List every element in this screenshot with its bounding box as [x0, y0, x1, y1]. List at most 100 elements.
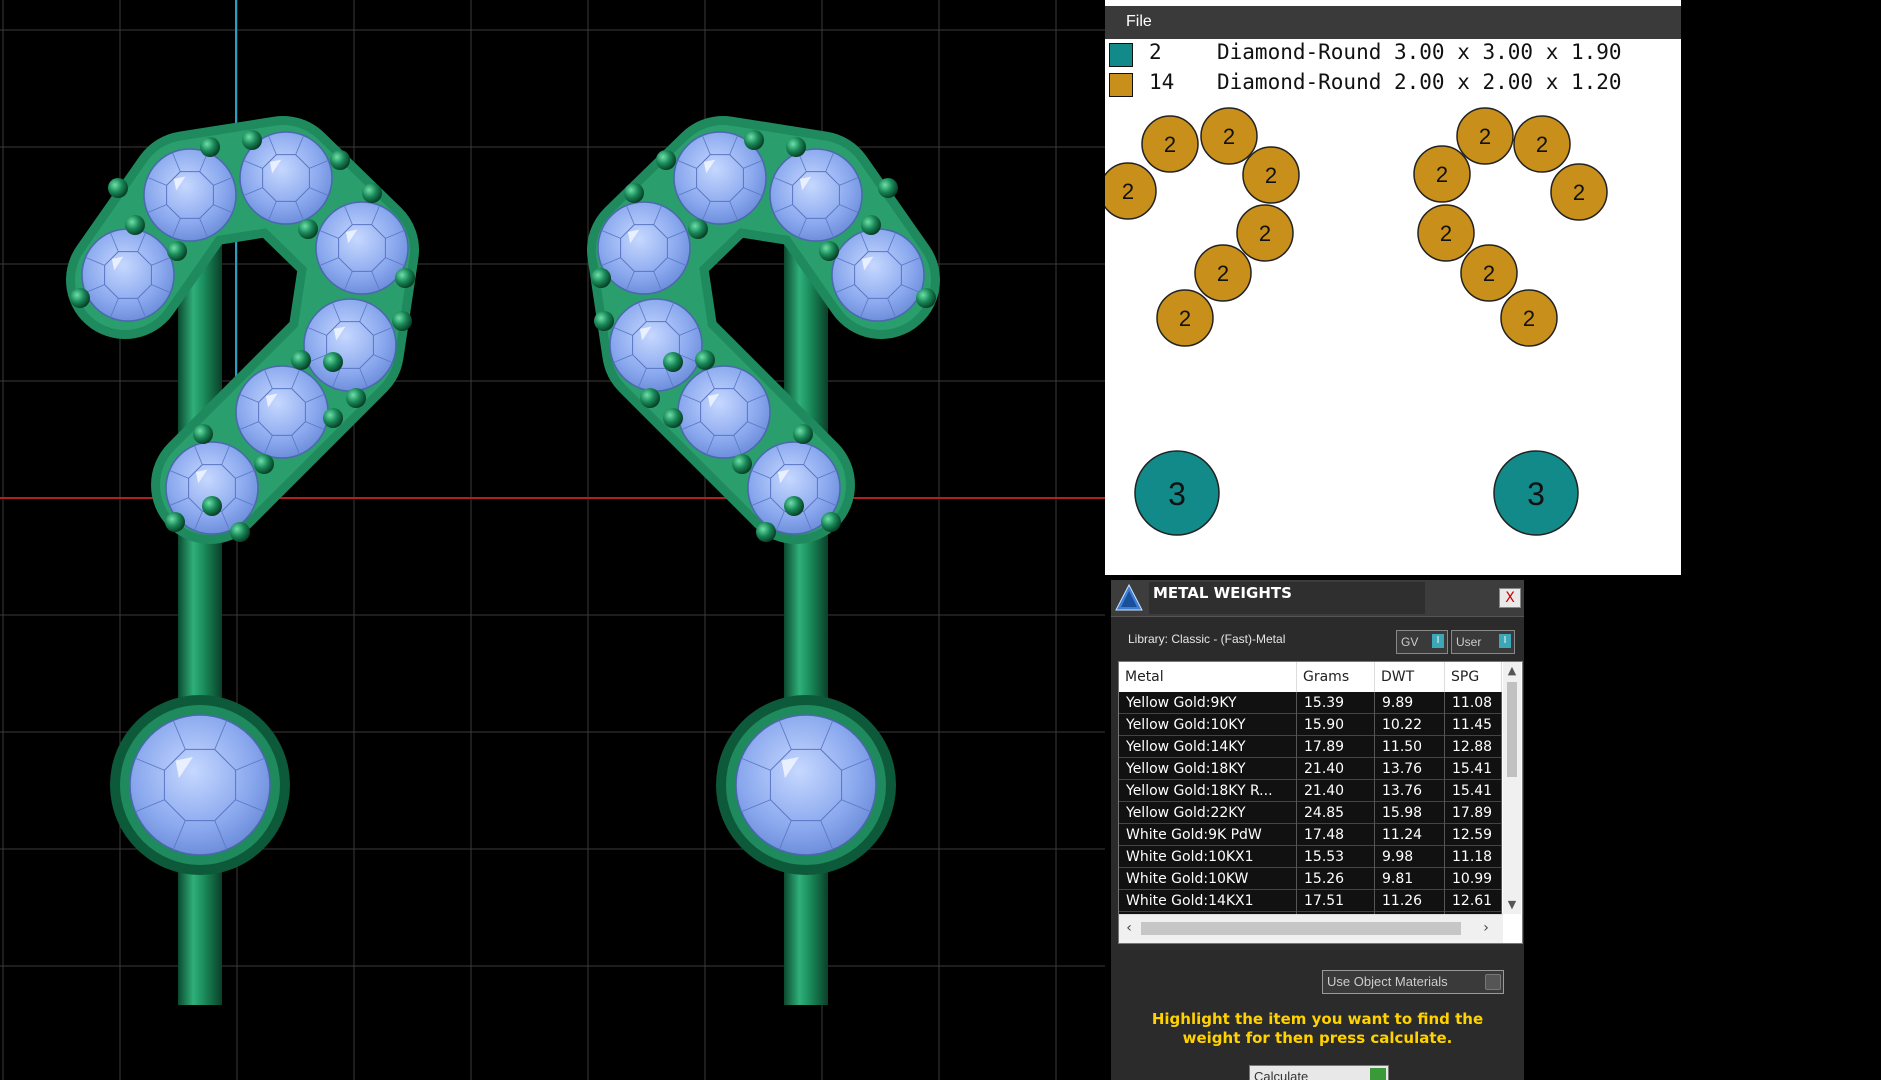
- earring[interactable]: [587, 116, 940, 1005]
- table-cell: 13.76: [1375, 780, 1445, 802]
- prong: [193, 424, 213, 444]
- small-stone: 2: [1513, 115, 1571, 173]
- gv-toggle-button[interactable]: GV I: [1396, 630, 1448, 654]
- scroll-up-icon[interactable]: ▲: [1505, 664, 1519, 678]
- prong: [70, 288, 90, 308]
- table-row[interactable]: White Gold:10KX1 15.53 9.98 11.18: [1119, 846, 1502, 868]
- table-cell: 15.98: [1375, 802, 1445, 824]
- column-header-dwt[interactable]: DWT: [1375, 662, 1445, 692]
- table-body: Yellow Gold:9KY 15.39 9.89 11.08 Yellow Gold…: [1119, 692, 1502, 914]
- stone-label: 2: [1217, 261, 1229, 286]
- scroll-left-icon[interactable]: ‹: [1122, 920, 1136, 936]
- table-cell: 11.45: [1445, 714, 1502, 736]
- column-header-metal[interactable]: Metal: [1119, 662, 1297, 692]
- user-toggle-button[interactable]: User I: [1451, 630, 1515, 654]
- close-button[interactable]: X: [1499, 588, 1521, 608]
- use-object-materials-label: Use Object Materials: [1327, 974, 1448, 989]
- stone-label: 2: [1265, 163, 1277, 188]
- stone-label: 2: [1536, 132, 1548, 157]
- vertical-scrollbar[interactable]: ▲ ▼: [1503, 662, 1521, 914]
- prong: [695, 350, 715, 370]
- column-header-spg[interactable]: SPG: [1445, 662, 1502, 692]
- prong: [125, 215, 145, 235]
- table-row[interactable]: Yellow Gold:9KY 15.39 9.89 11.08: [1119, 692, 1502, 714]
- small-stone: 2: [1156, 289, 1214, 347]
- table-row[interactable]: Yellow Gold:18KY R... 21.40 13.76 15.41: [1119, 780, 1502, 802]
- prong: [330, 150, 350, 170]
- table-cell: 15.53: [1297, 846, 1375, 868]
- large-stone: 3: [1134, 450, 1220, 536]
- table-cell: 12.61: [1445, 890, 1502, 912]
- table-cell: White Gold:9K PdW: [1119, 824, 1297, 846]
- table-cell: 10.22: [1375, 714, 1445, 736]
- table-cell: Yellow Gold:14KY: [1119, 736, 1297, 758]
- prong: [821, 512, 841, 532]
- stone-label: 2: [1179, 306, 1191, 331]
- table-row[interactable]: Yellow Gold:22KY 24.85 15.98 17.89: [1119, 802, 1502, 824]
- diamond-gem: [831, 228, 925, 322]
- column-header-grams[interactable]: Grams: [1297, 662, 1375, 692]
- scroll-right-icon[interactable]: ›: [1479, 920, 1493, 936]
- table-header: Metal Grams DWT SPG: [1119, 662, 1502, 692]
- prong: [298, 219, 318, 239]
- calculate-label: Calculate: [1254, 1069, 1309, 1080]
- table-row[interactable]: Yellow Gold:18KY 21.40 13.76 15.41: [1119, 758, 1502, 780]
- table-cell: 17.51: [1297, 890, 1375, 912]
- prong: [819, 241, 839, 261]
- table-row[interactable]: White Gold:10KW 15.26 9.81 10.99: [1119, 868, 1502, 890]
- dialog-title: METAL WEIGHTS: [1153, 584, 1292, 602]
- table-cell: 9.89: [1375, 692, 1445, 714]
- prong: [878, 178, 898, 198]
- prong: [663, 352, 683, 372]
- small-stone: 2: [1456, 107, 1514, 165]
- large-stone: 3: [1493, 450, 1579, 536]
- prong: [323, 408, 343, 428]
- prong: [786, 137, 806, 157]
- table-cell: 17.89: [1445, 802, 1502, 824]
- prong: [640, 388, 660, 408]
- earring[interactable]: [66, 116, 419, 1005]
- table-cell: 15.41: [1445, 758, 1502, 780]
- table-cell: Yellow Gold:10KY: [1119, 714, 1297, 736]
- library-label: Library: Classic - (Fast)-Metal: [1128, 632, 1286, 646]
- prong: [108, 178, 128, 198]
- close-icon: X: [1505, 590, 1515, 606]
- table-cell: 15.41: [1445, 780, 1502, 802]
- user-label: User: [1456, 635, 1482, 649]
- small-stone: 2: [1500, 289, 1558, 347]
- gv-indicator-icon: I: [1432, 634, 1444, 648]
- horizontal-scrollbar[interactable]: ‹ ›: [1119, 914, 1503, 943]
- use-object-materials-toggle[interactable]: Use Object Materials: [1322, 970, 1504, 994]
- calculate-button[interactable]: Calculate: [1249, 1065, 1389, 1080]
- user-indicator-icon: I: [1499, 634, 1511, 648]
- prong: [291, 350, 311, 370]
- table-cell: 9.81: [1375, 868, 1445, 890]
- prong: [663, 408, 683, 428]
- table-row[interactable]: Yellow Gold:14KY 17.89 11.50 12.88: [1119, 736, 1502, 758]
- prong: [165, 512, 185, 532]
- app-logo-icon: [1115, 583, 1143, 611]
- dialog-titlebar[interactable]: METAL WEIGHTS X: [1111, 580, 1524, 617]
- scroll-down-icon[interactable]: ▼: [1505, 898, 1519, 912]
- prong: [591, 268, 611, 288]
- prong: [744, 130, 764, 150]
- small-stone: 2: [1417, 204, 1475, 262]
- prong: [916, 288, 936, 308]
- metal-table[interactable]: Metal Grams DWT SPG Yellow Gold:9KY 15.39…: [1118, 661, 1523, 944]
- diamond-gem: [143, 148, 237, 242]
- table-row[interactable]: White Gold:9K PdW 17.48 11.24 12.59: [1119, 824, 1502, 846]
- earring-models[interactable]: [66, 116, 940, 1005]
- table-row[interactable]: Yellow Gold:10KY 15.90 10.22 11.45: [1119, 714, 1502, 736]
- table-cell: 10.99: [1445, 868, 1502, 890]
- table-cell: 15.26: [1297, 868, 1375, 890]
- calculate-arrow-icon: [1370, 1068, 1386, 1080]
- table-row[interactable]: White Gold:14KX1 17.51 11.26 12.61: [1119, 890, 1502, 912]
- stone-label: 2: [1164, 132, 1176, 157]
- scroll-thumb[interactable]: [1141, 922, 1461, 935]
- diamond-gem: [769, 148, 863, 242]
- stone-label: 2: [1440, 221, 1452, 246]
- small-stone: 2: [1105, 162, 1157, 220]
- table-cell: 15.90: [1297, 714, 1375, 736]
- scroll-thumb[interactable]: [1507, 682, 1517, 777]
- gem-report-window: File 2 Diamond-Round 3.00 x 3.00 x 1.90 …: [1105, 0, 1681, 575]
